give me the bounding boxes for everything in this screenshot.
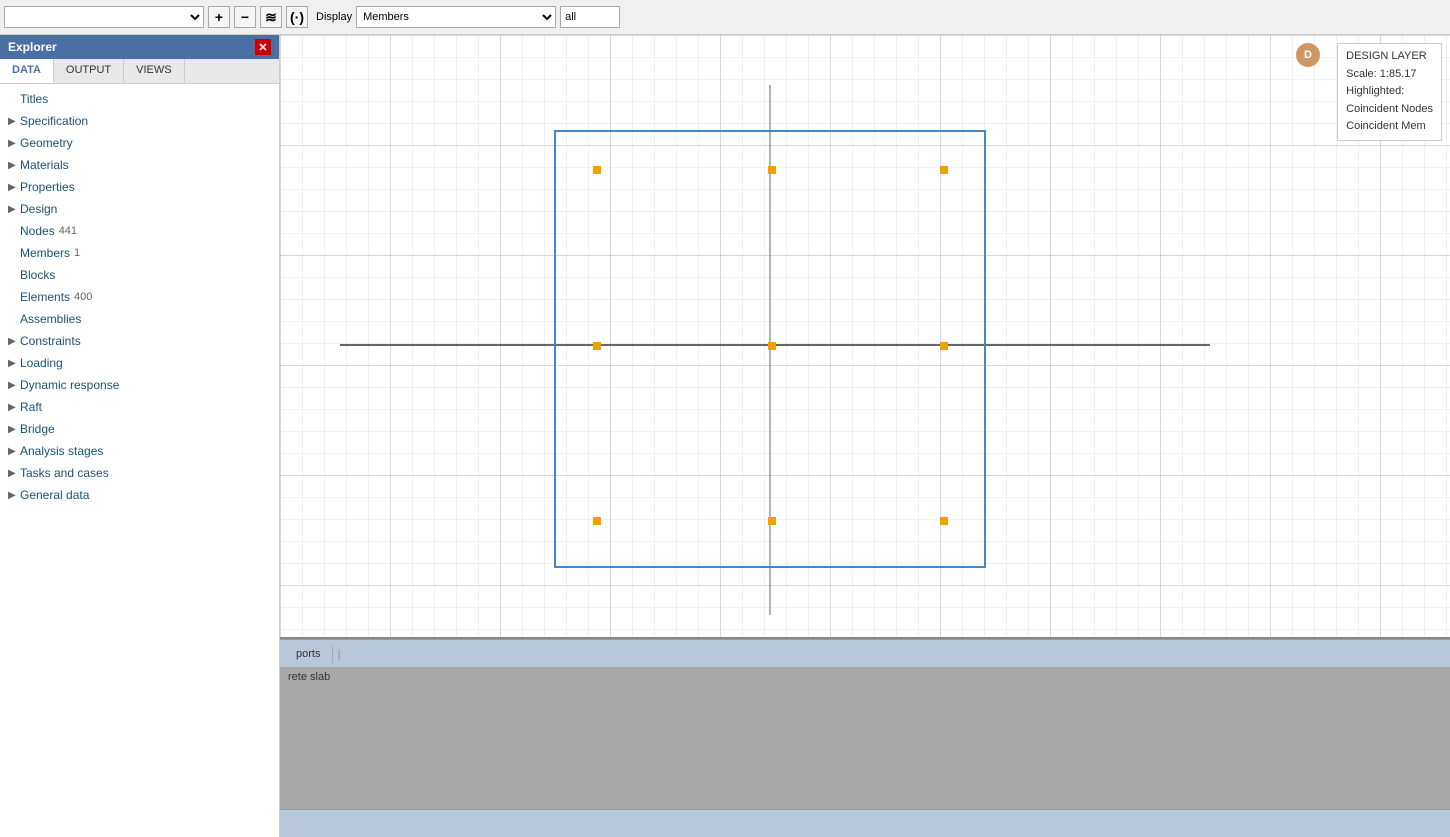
tree-label-nodes: Nodes xyxy=(20,224,55,238)
tree-item-raft[interactable]: ▶ Raft xyxy=(0,396,279,418)
tab-views[interactable]: VIEWS xyxy=(124,59,184,83)
minus-button[interactable]: − xyxy=(234,6,256,28)
arrow-properties: ▶ xyxy=(8,182,20,193)
explorer-header: Explorer ✕ xyxy=(0,35,279,59)
bottom-content: rete slab xyxy=(280,667,1450,809)
arrow-bridge: ▶ xyxy=(8,424,20,435)
tree-item-bridge[interactable]: ▶ Bridge xyxy=(0,418,279,440)
arrow-loading: ▶ xyxy=(8,358,20,369)
tree-label-bridge: Bridge xyxy=(20,422,271,436)
explorer-tree: Titles ▶ Specification ▶ Geometry ▶ Mate… xyxy=(0,84,279,837)
tree-label-loading: Loading xyxy=(20,356,271,370)
tree-label-geometry: Geometry xyxy=(20,136,271,150)
layer-label: DESIGN LAYER xyxy=(1346,48,1433,66)
tree-count-members: 1 xyxy=(74,247,80,259)
arrow-specification: ▶ xyxy=(8,116,20,127)
design-layer-badge: D xyxy=(1296,43,1320,67)
info-panel: DESIGN LAYER Scale: 1:85.17 Highlighted:… xyxy=(1337,43,1442,141)
tree-count-nodes: 441 xyxy=(59,225,77,237)
explorer-panel: Explorer ✕ DATA OUTPUT VIEWS Titles ▶ Sp… xyxy=(0,35,280,837)
tree-count-elements: 400 xyxy=(74,291,92,303)
tree-label-elements: Elements xyxy=(20,290,70,304)
status-bar xyxy=(280,809,1450,837)
toolbar-dropdown[interactable] xyxy=(4,6,204,28)
grid-canvas xyxy=(280,35,1450,637)
tree-label-general-data: General data xyxy=(20,488,271,502)
tree-item-geometry[interactable]: ▶ Geometry xyxy=(0,132,279,154)
main-area: Explorer ✕ DATA OUTPUT VIEWS Titles ▶ Sp… xyxy=(0,35,1450,837)
tree-item-design[interactable]: ▶ Design xyxy=(0,198,279,220)
arrow-analysis-stages: ▶ xyxy=(8,446,20,457)
tree-item-elements[interactable]: Elements 400 xyxy=(0,286,279,308)
arrow-design: ▶ xyxy=(8,204,20,215)
tab-output[interactable]: OUTPUT xyxy=(54,59,124,83)
coincident-nodes-label: Coincident Nodes xyxy=(1346,101,1433,119)
highlighted-label: Highlighted: xyxy=(1346,83,1433,101)
tree-item-assemblies[interactable]: Assemblies xyxy=(0,308,279,330)
wave-button[interactable]: ≋ xyxy=(260,6,282,28)
tree-item-properties[interactable]: ▶ Properties xyxy=(0,176,279,198)
tree-item-members[interactable]: Members 1 xyxy=(0,242,279,264)
tree-item-nodes[interactable]: Nodes 441 xyxy=(0,220,279,242)
explorer-close-button[interactable]: ✕ xyxy=(255,39,271,55)
tree-item-titles[interactable]: Titles xyxy=(0,88,279,110)
scale-label: Scale: 1:85.17 xyxy=(1346,66,1433,84)
tree-item-general-data[interactable]: ▶ General data xyxy=(0,484,279,506)
tree-item-blocks[interactable]: Blocks xyxy=(0,264,279,286)
members-select[interactable]: Members xyxy=(356,6,556,28)
canvas-container[interactable]: D DESIGN LAYER Scale: 1:85.17 Highlighte… xyxy=(280,35,1450,637)
arrow-raft: ▶ xyxy=(8,402,20,413)
bottom-tabs: ports | xyxy=(280,639,1450,667)
tree-label-titles: Titles xyxy=(20,92,48,106)
tree-label-properties: Properties xyxy=(20,180,271,194)
tree-item-loading[interactable]: ▶ Loading xyxy=(0,352,279,374)
explorer-tabs: DATA OUTPUT VIEWS xyxy=(0,59,279,84)
bottom-tab-ports[interactable]: ports xyxy=(284,645,333,663)
arrow-constraints: ▶ xyxy=(8,336,20,347)
coincident-mem-label: Coincident Mem xyxy=(1346,118,1433,136)
tree-item-constraints[interactable]: ▶ Constraints xyxy=(0,330,279,352)
tree-label-constraints: Constraints xyxy=(20,334,271,348)
arrow-tasks-cases: ▶ xyxy=(8,468,20,479)
bottom-tab-sep: | xyxy=(333,647,344,661)
display-label: Display xyxy=(316,11,352,23)
tree-label-tasks-cases: Tasks and cases xyxy=(20,466,271,480)
tree-label-materials: Materials xyxy=(20,158,271,172)
tree-label-design: Design xyxy=(20,202,271,216)
tree-item-dynamic-response[interactable]: ▶ Dynamic response xyxy=(0,374,279,396)
arrow-dynamic-response: ▶ xyxy=(8,380,20,391)
add-button[interactable]: + xyxy=(208,6,230,28)
tab-data[interactable]: DATA xyxy=(0,59,54,83)
tree-item-specification[interactable]: ▶ Specification xyxy=(0,110,279,132)
toolbar: + − ≋ (·) Display Members xyxy=(0,0,1450,35)
all-input[interactable] xyxy=(560,6,620,28)
explorer-title: Explorer xyxy=(8,40,57,54)
tree-label-analysis-stages: Analysis stages xyxy=(20,444,271,458)
tree-item-analysis-stages[interactable]: ▶ Analysis stages xyxy=(0,440,279,462)
tree-label-dynamic-response: Dynamic response xyxy=(20,378,271,392)
tree-item-materials[interactable]: ▶ Materials xyxy=(0,154,279,176)
arrow-general-data: ▶ xyxy=(8,490,20,501)
content-area: D DESIGN LAYER Scale: 1:85.17 Highlighte… xyxy=(280,35,1450,837)
tree-label-specification: Specification xyxy=(20,114,271,128)
bottom-panel: ports | rete slab xyxy=(280,637,1450,837)
tree-label-assemblies: Assemblies xyxy=(20,312,81,326)
arrow-geometry: ▶ xyxy=(8,138,20,149)
bottom-content-text: rete slab xyxy=(288,671,330,683)
tree-item-tasks-cases[interactable]: ▶ Tasks and cases xyxy=(0,462,279,484)
arrow-materials: ▶ xyxy=(8,160,20,171)
tree-label-members: Members xyxy=(20,246,70,260)
radio-button[interactable]: (·) xyxy=(286,6,308,28)
tree-label-blocks: Blocks xyxy=(20,268,55,282)
tree-label-raft: Raft xyxy=(20,400,271,414)
